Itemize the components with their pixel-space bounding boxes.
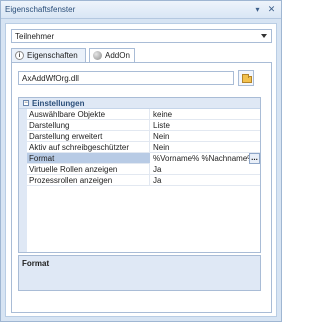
property-value[interactable]: Liste — [153, 121, 258, 130]
dll-path-field[interactable]: AxAddWfOrg.dll — [18, 71, 234, 85]
browse-button[interactable] — [238, 70, 254, 86]
object-selector-value: Teilnehmer — [15, 32, 55, 41]
title-bar: Eigenschaftsfenster ▾ ✕ — [1, 1, 281, 19]
property-value[interactable]: Nein — [153, 132, 258, 141]
tab-bar: i Eigenschaften AddOn — [11, 48, 272, 63]
property-name: Darstellung — [29, 121, 70, 130]
property-name: Darstellung erweitert — [29, 132, 103, 141]
ellipsis-button[interactable]: ... — [249, 153, 260, 164]
properties-window: Eigenschaftsfenster ▾ ✕ Teilnehmer i Eig… — [0, 0, 282, 322]
tab-eigenschaften[interactable]: i Eigenschaften — [11, 48, 86, 62]
property-row[interactable]: Darstellung Liste — [27, 120, 260, 131]
description-title: Format — [22, 259, 50, 268]
collapse-icon[interactable]: − — [23, 100, 29, 106]
property-name: Prozessrollen anzeigen — [29, 176, 113, 185]
property-name: Virtuelle Rollen anzeigen — [29, 165, 118, 174]
property-value[interactable]: Ja — [153, 176, 258, 185]
property-row[interactable]: Prozessrollen anzeigen Ja — [27, 175, 260, 186]
close-icon[interactable]: ✕ — [266, 4, 277, 15]
property-description-pane: Format — [18, 255, 261, 291]
property-grid: − Einstellungen Auswählbare Objekte kein… — [18, 97, 261, 253]
object-selector-dropdown[interactable]: Teilnehmer — [11, 29, 272, 43]
property-value[interactable]: keine — [153, 110, 258, 119]
tab-label: Eigenschaften — [27, 51, 78, 60]
dll-path-value: AxAddWfOrg.dll — [22, 74, 79, 83]
addon-panel: AxAddWfOrg.dll − Einstellungen Auswählba… — [11, 62, 272, 313]
tab-label: AddOn — [105, 51, 130, 60]
column-divider — [149, 131, 150, 142]
column-divider — [149, 142, 150, 153]
property-row[interactable]: Auswählbare Objekte keine — [27, 109, 260, 120]
column-divider — [149, 109, 150, 120]
property-row[interactable]: Aktiv auf schreibgeschützter Nein — [27, 142, 260, 153]
column-divider — [149, 175, 150, 186]
property-value[interactable]: Ja — [153, 165, 258, 174]
category-label: Einstellungen — [32, 99, 85, 108]
property-row-selected[interactable]: Format %Vorname% %Nachname% ... — [27, 153, 260, 164]
grid-gutter — [19, 109, 27, 252]
property-name: Aktiv auf schreibgeschützter — [29, 143, 130, 152]
column-divider — [149, 120, 150, 131]
category-header[interactable]: − Einstellungen — [19, 98, 260, 109]
chevron-down-icon[interactable] — [261, 34, 267, 38]
folder-open-icon — [242, 74, 252, 83]
window-menu-icon[interactable]: ▾ — [252, 4, 263, 15]
addon-icon — [93, 51, 102, 60]
window-title: Eigenschaftsfenster — [5, 5, 76, 14]
property-value-editor[interactable]: %Vorname% %Nachname% — [150, 153, 249, 164]
column-divider — [149, 164, 150, 175]
property-value[interactable]: Nein — [153, 143, 258, 152]
property-row[interactable]: Virtuelle Rollen anzeigen Ja — [27, 164, 260, 175]
window-content: Teilnehmer i Eigenschaften AddOn AxAddWf… — [5, 23, 277, 317]
tab-addon[interactable]: AddOn — [89, 48, 135, 63]
property-row[interactable]: Darstellung erweitert Nein — [27, 131, 260, 142]
scrollbar[interactable] — [264, 97, 270, 291]
info-icon: i — [15, 51, 24, 60]
property-name: Format — [29, 154, 55, 163]
property-name: Auswählbare Objekte — [29, 110, 106, 119]
